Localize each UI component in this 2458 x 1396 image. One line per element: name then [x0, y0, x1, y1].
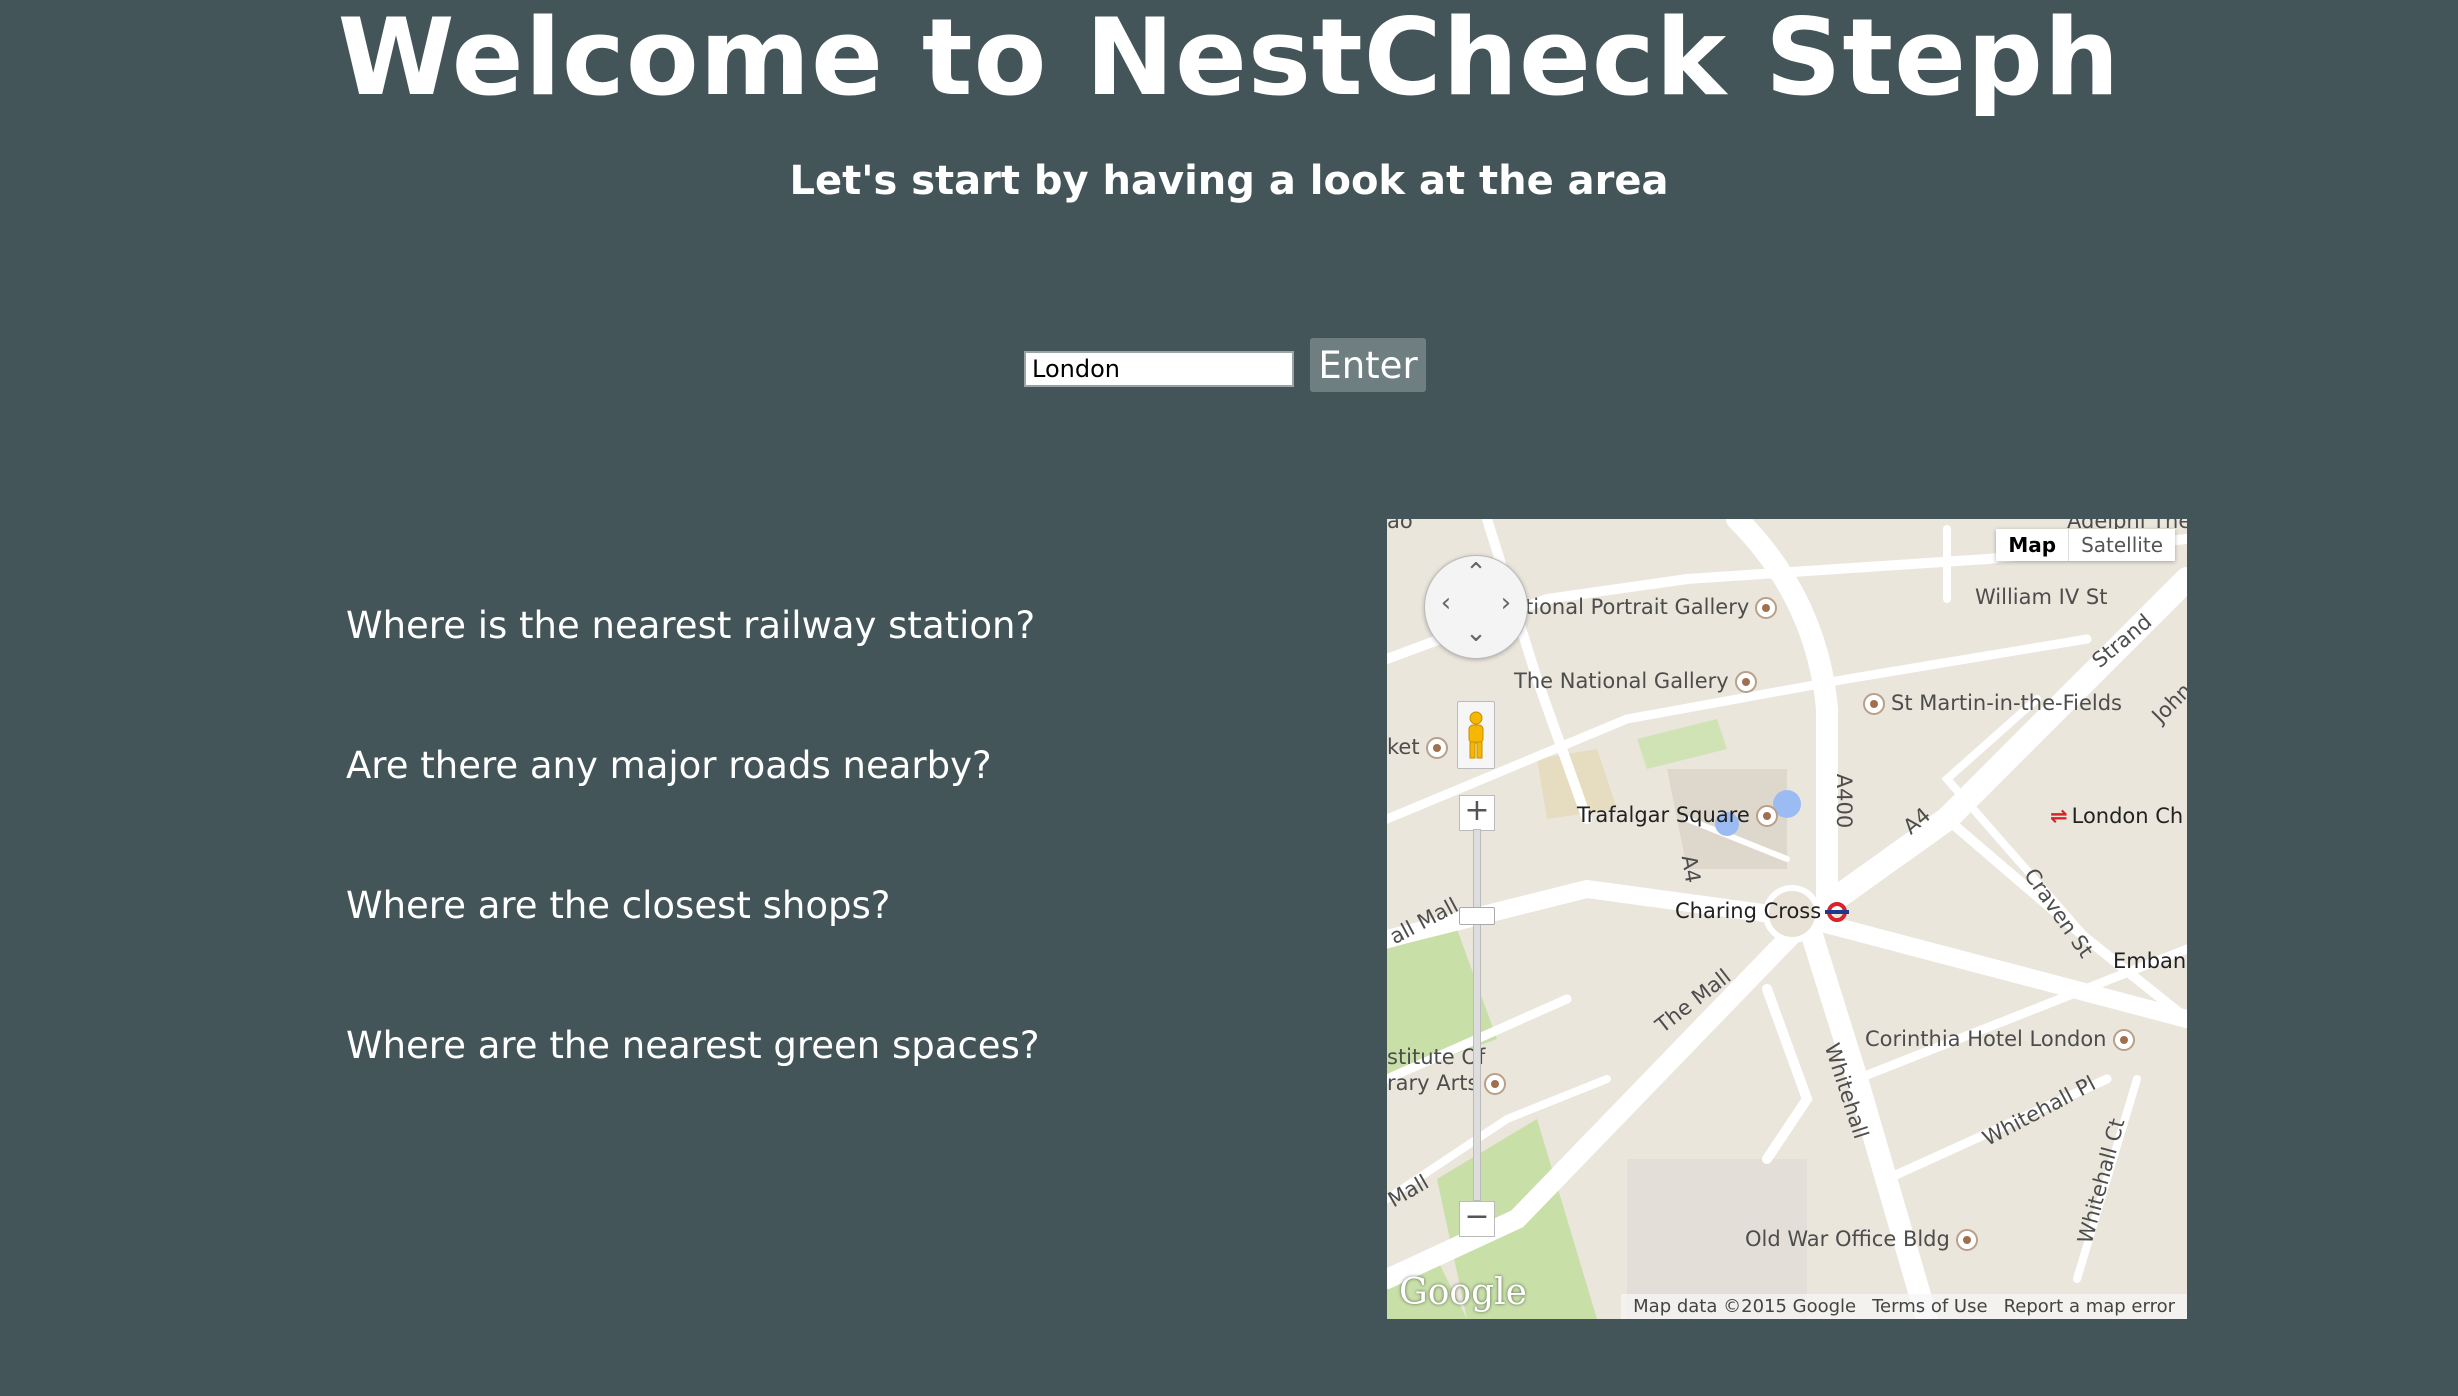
google-logo: Google — [1399, 1272, 1527, 1313]
map-type-control: Map Satellite — [1996, 529, 2175, 561]
location-input[interactable] — [1024, 351, 1294, 387]
question-list: Where is the nearest railway station? Ar… — [346, 600, 1039, 1160]
museum-poi-icon — [1755, 597, 1778, 619]
map-label-portrait-gallery: tional Portrait Gallery — [1525, 595, 1778, 619]
map-label-ket: ket — [1387, 735, 1448, 759]
zoom-out-button[interactable]: − — [1459, 1201, 1495, 1237]
map-type-satellite-button[interactable]: Satellite — [2068, 529, 2175, 561]
map-label-national-gallery: The National Gallery — [1514, 669, 1757, 693]
poi-icon — [1484, 1073, 1507, 1095]
pan-down-icon[interactable]: ⌄ — [1461, 618, 1491, 648]
map-label-corinthia: Corinthia Hotel London — [1865, 1027, 2135, 1051]
map-label-a4-left: A4 — [1676, 853, 1706, 885]
map-label-institute-2: rary Arts — [1387, 1071, 1507, 1095]
map-label-london-charing: ⇌ London Ch — [2050, 804, 2184, 828]
zoom-in-button[interactable]: + — [1459, 795, 1495, 831]
map-label-ao: ao — [1387, 519, 1413, 533]
page-title: Welcome to NestCheck Steph — [337, 0, 2121, 119]
map-label-william-iv: William IV St — [1975, 585, 2108, 609]
poi-icon — [1425, 737, 1448, 759]
question-railway-station: Where is the nearest railway station? — [346, 604, 1036, 647]
map-label-st-martin: St Martin-in-the-Fields — [1863, 691, 2122, 715]
pan-up-icon[interactable]: ⌃ — [1461, 558, 1491, 588]
zoom-slider-handle[interactable] — [1459, 907, 1495, 925]
museum-poi-icon — [1734, 671, 1757, 693]
map-widget[interactable]: ao Adelphi The tional Portrait Gallery T… — [1387, 519, 2187, 1319]
underground-icon — [1825, 902, 1850, 922]
map-label-trafalgar-square: Trafalgar Square — [1577, 803, 1778, 827]
enter-button[interactable]: Enter — [1310, 338, 1426, 392]
map-label-institute-1: stitute Of — [1387, 1045, 1486, 1069]
question-green-spaces: Where are the nearest green spaces? — [346, 1024, 1040, 1067]
hotel-poi-icon — [2112, 1029, 2135, 1051]
poi-icon — [1955, 1229, 1978, 1251]
map-label-a400: A400 — [1832, 773, 1857, 829]
pan-left-icon[interactable]: ‹ — [1431, 588, 1461, 618]
pan-right-icon[interactable]: › — [1491, 588, 1521, 618]
map-attribution: Map data ©2015 Google Terms of Use Repor… — [1621, 1294, 2187, 1319]
zoom-slider-track[interactable] — [1473, 829, 1481, 1201]
map-label-charing-cross: Charing Cross — [1675, 899, 1850, 923]
map-data-attribution: Map data ©2015 Google — [1633, 1296, 1857, 1317]
landmark-poi-icon — [1755, 805, 1778, 827]
location-search-form: Enter — [1024, 338, 1426, 392]
report-map-error-link[interactable]: Report a map error — [2004, 1296, 2175, 1317]
map-label-embankment: Embank — [2113, 949, 2187, 973]
page-subtitle: Let's start by having a look at the area — [789, 158, 1669, 204]
church-poi-icon — [1863, 693, 1885, 715]
street-view-pegman-icon[interactable] — [1457, 701, 1495, 769]
map-label-old-war-office: Old War Office Bldg — [1745, 1227, 1978, 1251]
pan-control[interactable]: ⌃ ⌄ ‹ › — [1424, 555, 1528, 659]
rail-station-icon: ⇌ — [2050, 804, 2068, 828]
map-type-map-button[interactable]: Map — [1996, 529, 2068, 561]
terms-of-use-link[interactable]: Terms of Use — [1872, 1296, 1987, 1317]
question-major-roads: Are there any major roads nearby? — [346, 744, 992, 787]
question-closest-shops: Where are the closest shops? — [346, 884, 891, 927]
